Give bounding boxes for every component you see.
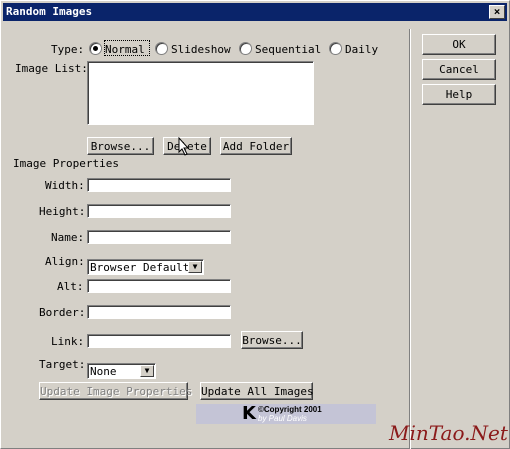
target-value: None — [90, 365, 117, 378]
ok-button[interactable]: OK — [422, 34, 496, 55]
align-select[interactable]: Browser Default ▼ — [87, 259, 204, 275]
add-folder-button[interactable]: Add Folder — [220, 137, 292, 155]
window-title: Random Images — [6, 5, 93, 18]
random-images-dialog: Random Images × Type: Normal Slideshow S… — [0, 0, 510, 449]
update-all-images-button[interactable]: Update All Images — [200, 382, 314, 400]
chevron-down-icon[interactable]: ▼ — [140, 365, 154, 377]
alt-field[interactable] — [87, 279, 231, 293]
radio-slideshow-label[interactable]: Slideshow — [171, 43, 231, 56]
copyright-logo: K ©Copyright 2001 by Paul Davis — [196, 404, 376, 424]
target-label: Target: — [39, 358, 86, 371]
link-field[interactable] — [87, 334, 231, 348]
alt-label: Alt: — [57, 280, 84, 293]
vertical-separator — [409, 29, 411, 449]
logo-letter: K — [242, 403, 256, 424]
update-image-properties-button[interactable]: Update Image Properties — [39, 382, 192, 400]
mouse-pointer-icon — [178, 137, 190, 156]
radio-normal-label[interactable]: Normal — [105, 43, 145, 56]
align-value: Browser Default — [90, 261, 190, 274]
radio-daily[interactable] — [329, 42, 342, 55]
name-label: Name: — [51, 231, 85, 244]
logo-copyright: ©Copyright 2001 — [258, 405, 322, 414]
close-button[interactable]: × — [489, 5, 505, 19]
width-label: Width: — [45, 179, 85, 192]
radio-slideshow[interactable] — [155, 42, 168, 55]
radio-normal[interactable] — [89, 42, 102, 55]
height-field[interactable] — [87, 204, 231, 218]
border-label: Border: — [39, 306, 86, 319]
browse-button[interactable]: Browse... — [87, 137, 154, 155]
width-field[interactable] — [87, 178, 231, 192]
image-list-label: Image List: — [15, 62, 88, 75]
watermark: MinTao.Net — [389, 421, 508, 445]
radio-sequential[interactable] — [239, 42, 252, 55]
title-bar: Random Images × — [3, 3, 507, 21]
link-label: Link: — [51, 335, 85, 348]
border-field[interactable] — [87, 305, 231, 319]
radio-sequential-label[interactable]: Sequential — [255, 43, 321, 56]
align-label: Align: — [45, 255, 85, 268]
height-label: Height: — [39, 205, 86, 218]
chevron-down-icon[interactable]: ▼ — [188, 261, 202, 273]
help-button[interactable]: Help — [422, 84, 496, 105]
radio-daily-label[interactable]: Daily — [345, 43, 378, 56]
link-browse-button[interactable]: Browse... — [241, 331, 303, 349]
logo-author: by Paul Davis — [258, 414, 307, 423]
image-properties-heading: Image Properties — [13, 157, 119, 170]
name-field[interactable] — [87, 230, 231, 244]
image-list-box[interactable] — [87, 61, 314, 125]
target-select[interactable]: None ▼ — [87, 363, 156, 379]
close-icon: × — [493, 5, 501, 18]
cancel-button[interactable]: Cancel — [422, 59, 496, 80]
type-label: Type: — [51, 43, 85, 56]
